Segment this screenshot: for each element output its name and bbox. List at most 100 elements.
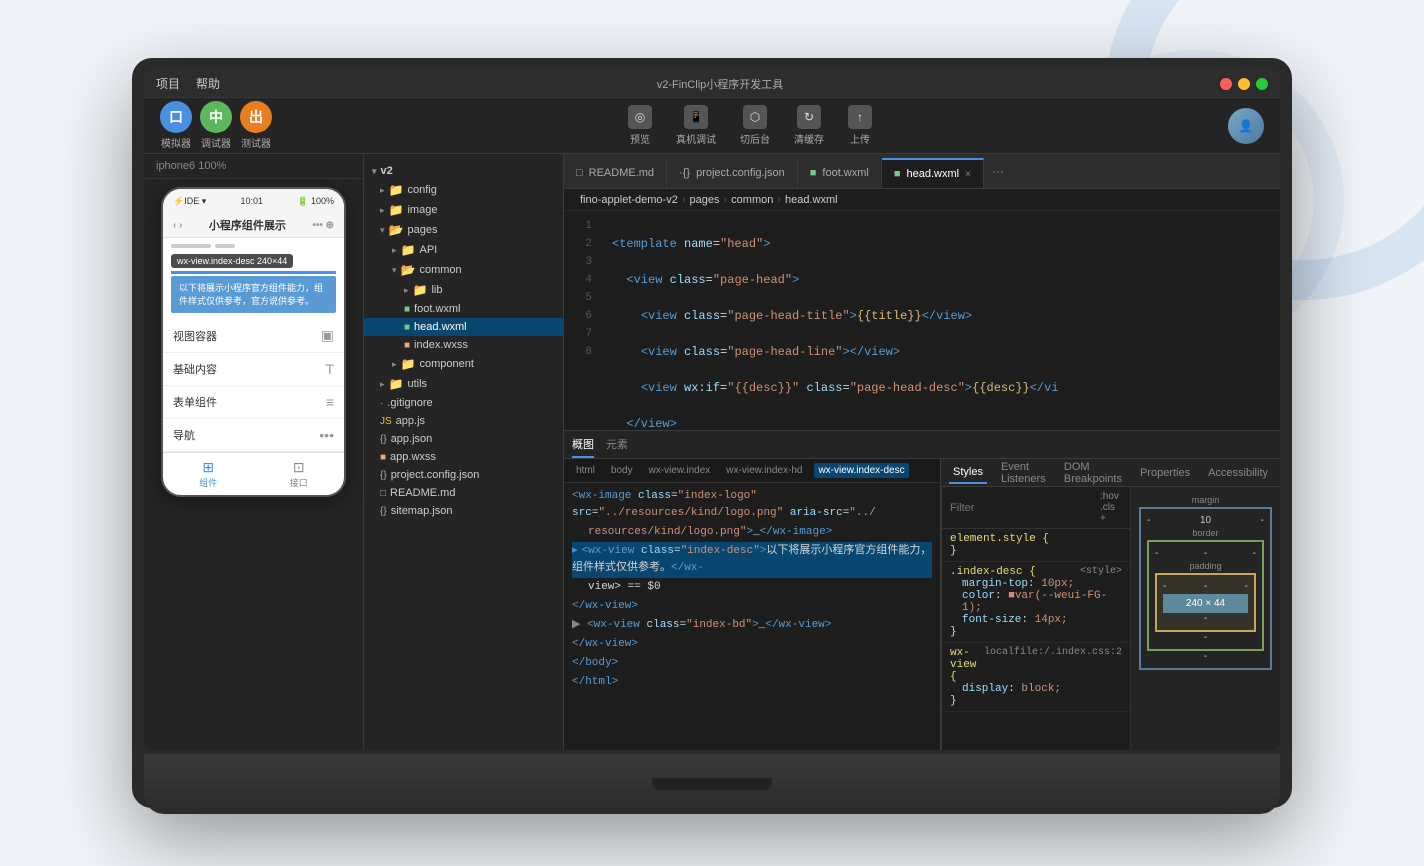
bm-padding: - - - 240 × 44 -	[1155, 573, 1256, 632]
foot-wxml-tab-icon: ■	[810, 167, 817, 179]
tree-pages[interactable]: ▾ 📂 pages	[364, 220, 563, 240]
rule-closing-2: }	[950, 695, 957, 707]
laptop-notch	[652, 778, 772, 790]
app-js-icon: JS	[380, 416, 392, 427]
tree-head-wxml[interactable]: ■ head.wxml	[364, 318, 563, 336]
list-item-2[interactable]: 表单组件 ≡	[163, 386, 344, 419]
list-item-0[interactable]: 视图容器 ▣	[163, 319, 344, 353]
tree-sitemap[interactable]: {} sitemap.json	[364, 502, 563, 520]
hit-wx-view-index-desc[interactable]: wx-view.index-desc	[814, 463, 908, 478]
tab-elements[interactable]: 元素	[606, 432, 628, 458]
test-button[interactable]: 出 测试器	[240, 101, 272, 150]
toolbar: 口 模拟器 中 调试器 出 测试器 ◎ 预览	[144, 98, 1280, 154]
list-item-1[interactable]: 基础内容 T	[163, 353, 344, 386]
val-font-size: 14px;	[1035, 614, 1068, 626]
tree-image[interactable]: ▸ 📁 image	[364, 200, 563, 220]
hit-html[interactable]: html	[572, 463, 599, 478]
list-item-3[interactable]: 导航 •••	[163, 419, 344, 452]
tab-project-config[interactable]: ·{} project.config.json	[667, 158, 798, 188]
menu-item-project[interactable]: 项目	[156, 75, 180, 92]
styles-tab-accessibility[interactable]: Accessibility	[1204, 463, 1272, 483]
html-line-2[interactable]: ▸<wx-view class="index-desc">以下将展示小程序官方组…	[572, 542, 932, 578]
rule-closing-0: }	[950, 545, 957, 557]
file-tree-root[interactable]: ▾ v2	[364, 162, 563, 180]
debug-button[interactable]: 中 调试器	[200, 101, 232, 150]
gitignore-label: .gitignore	[387, 397, 432, 409]
pages-arrow: ▾	[380, 225, 385, 236]
styles-tab-properties[interactable]: Properties	[1136, 463, 1194, 483]
styles-tab-event[interactable]: Event Listeners	[997, 459, 1050, 489]
preview-action[interactable]: ◎ 预览	[628, 105, 652, 146]
laptop-screen: 项目 帮助 v2-FinClip小程序开发工具 口 模拟器 中	[144, 70, 1280, 750]
html-line-5[interactable]: </wx-view>	[572, 635, 932, 654]
code-line-1: <template name="head">	[612, 235, 1268, 253]
html-line-7[interactable]: </html>	[572, 673, 932, 692]
cut-backend-action[interactable]: ⬡ 切后台	[740, 105, 770, 146]
html-line-3[interactable]: </wx-view>	[572, 597, 932, 616]
html-line-1[interactable]: <wx-image class="index-logo" src="../res…	[572, 487, 932, 523]
menu-item-help[interactable]: 帮助	[196, 75, 220, 92]
hit-wx-view-index-hd[interactable]: wx-view.index-hd	[722, 463, 806, 478]
code-content[interactable]: <template name="head"> <view class="page…	[600, 211, 1280, 430]
nav-interface[interactable]: ⊡ 接口	[254, 453, 345, 495]
hit-wx-view-index[interactable]: wx-view.index	[645, 463, 715, 478]
filter-hover[interactable]: :hov .cls +	[1100, 491, 1122, 524]
tree-app-json[interactable]: {} app.json	[364, 430, 563, 448]
component-label: 组件	[199, 476, 217, 489]
ln-7: 7	[564, 325, 592, 343]
list-label-0: 视图容器	[173, 328, 217, 344]
hit-body[interactable]: body	[607, 463, 637, 478]
clear-cache-label: 清缓存	[794, 131, 824, 146]
html-line-4[interactable]: ▶ <wx-view class="index-bd">_</wx-view>	[572, 616, 932, 635]
rule-source-2[interactable]: localfile:/.index.css:2	[984, 647, 1122, 683]
tab-overview[interactable]: 概图	[572, 432, 594, 458]
tree-app-js[interactable]: JS app.js	[364, 412, 563, 430]
user-avatar[interactable]: 👤	[1228, 108, 1264, 144]
phone-content: wx-view.index-desc 240×44 以下将展示小程序官方组件能力…	[163, 238, 344, 319]
style-rule-index-desc: .index-desc { <style> margin-top: 10px; …	[942, 562, 1130, 643]
nav-component[interactable]: ⊞ 组件	[163, 453, 254, 495]
real-device-action[interactable]: 📱 真机调试	[676, 105, 716, 146]
common-arrow: ▾	[392, 265, 397, 276]
tree-common[interactable]: ▾ 📂 common	[364, 260, 563, 280]
phone-back-icon: ‹ ›	[173, 220, 182, 231]
styles-and-box: :hov .cls + element.style { }	[941, 487, 1280, 750]
tree-config[interactable]: ▸ 📁 config	[364, 180, 563, 200]
real-device-icon: 📱	[684, 105, 708, 129]
html-line-6[interactable]: </body>	[572, 654, 932, 673]
maximize-button[interactable]	[1256, 78, 1268, 90]
styles-tab-styles[interactable]: Styles	[949, 462, 987, 484]
tree-project-config[interactable]: {} project.config.json	[364, 466, 563, 484]
head-wxml-tab-close[interactable]: ×	[965, 169, 971, 180]
component-label: component	[419, 358, 473, 370]
tree-lib[interactable]: ▸ 📁 lib	[364, 280, 563, 300]
phone-menu-icon[interactable]: ••• ⊕	[312, 220, 334, 231]
bm-border-bottom: -	[1155, 632, 1256, 643]
tree-foot-wxml[interactable]: ■ foot.wxml	[364, 300, 563, 318]
tree-readme[interactable]: □ README.md	[364, 484, 563, 502]
tree-api[interactable]: ▸ 📁 API	[364, 240, 563, 260]
rule-source-1[interactable]: <style>	[1080, 566, 1122, 578]
tab-readme[interactable]: □ README.md	[564, 158, 667, 188]
tree-component[interactable]: ▸ 📁 component	[364, 354, 563, 374]
tab-foot-wxml[interactable]: ■ foot.wxml	[798, 158, 882, 188]
styles-filter-input[interactable]	[950, 502, 1092, 514]
styles-tabs: Styles Event Listeners DOM Breakpoints P…	[941, 459, 1280, 487]
html-inspector-tabs: html body wx-view.index wx-view.index-hd…	[564, 459, 940, 483]
editor-area: □ README.md ·{} project.config.json ■ fo…	[564, 154, 1280, 750]
list-label-2: 表单组件	[173, 394, 217, 410]
minimize-button[interactable]	[1238, 78, 1250, 90]
close-button[interactable]	[1220, 78, 1232, 90]
app-json-label: app.json	[391, 433, 433, 445]
clear-cache-action[interactable]: ↻ 清缓存	[794, 105, 824, 146]
tree-utils[interactable]: ▸ 📁 utils	[364, 374, 563, 394]
tab-more-button[interactable]: ···	[984, 164, 1012, 178]
tree-app-wxss[interactable]: ■ app.wxss	[364, 448, 563, 466]
tree-index-wxss[interactable]: ■ index.wxss	[364, 336, 563, 354]
tree-gitignore[interactable]: · .gitignore	[364, 394, 563, 412]
simulate-button[interactable]: 口 模拟器	[160, 101, 192, 150]
simulator-panel: iphone6 100% ⚡IDE ▾ 10:01 🔋 100%	[144, 154, 364, 750]
upload-action[interactable]: ↑ 上传	[848, 105, 872, 146]
tab-head-wxml[interactable]: ■ head.wxml ×	[882, 158, 984, 188]
styles-tab-dom[interactable]: DOM Breakpoints	[1060, 459, 1126, 489]
